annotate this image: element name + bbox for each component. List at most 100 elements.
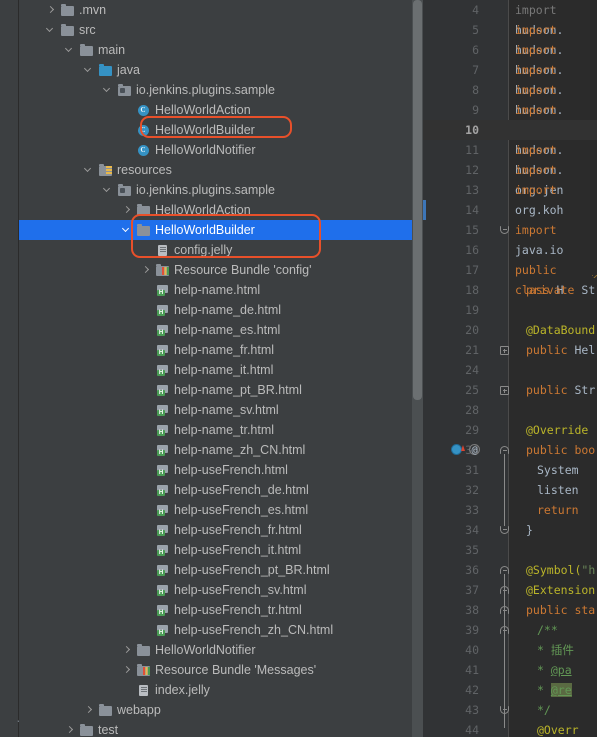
code-line-29[interactable]: @Override [509, 420, 597, 440]
code-line-39[interactable]: /** [509, 620, 597, 640]
code-line-19[interactable] [509, 300, 597, 320]
tree-node-main[interactable]: main [19, 40, 423, 60]
code-line-37[interactable]: @Extension [509, 580, 597, 600]
code-line-9[interactable]: import hudson. [509, 100, 597, 137]
tree-node-help-name-fr-html[interactable]: Hhelp-name_fr.html [19, 340, 423, 360]
tree-node-help-name-sv-html[interactable]: Hhelp-name_sv.html [19, 400, 423, 420]
code-line-40[interactable]: * 插件 [509, 640, 597, 660]
code-line-34[interactable]: } [509, 520, 597, 540]
tree-node-helloworldaction[interactable]: HelloWorldAction [19, 200, 423, 220]
fold-marker-getter[interactable] [500, 386, 509, 395]
code-line-12[interactable]: import org.jen [509, 160, 597, 197]
tree-node-help-usefrench-fr-html[interactable]: Hhelp-useFrench_fr.html [19, 520, 423, 540]
tree-node-help-usefrench-zh-cn-html[interactable]: Hhelp-useFrench_zh_CN.html [19, 620, 423, 640]
code-line-25[interactable]: public Str [509, 380, 597, 400]
tree-node-help-usefrench-es-html[interactable]: Hhelp-useFrench_es.html [19, 500, 423, 520]
tree-node-src[interactable]: src [19, 20, 423, 40]
tree-node-helloworldaction[interactable]: C HelloWorldAction [19, 100, 423, 120]
tree-node-test[interactable]: test [19, 720, 423, 737]
fold-marker-symbol[interactable] [500, 566, 509, 574]
chevron-right-icon[interactable] [141, 265, 152, 276]
fold-marker-constructor[interactable] [500, 346, 509, 355]
chevron-down-icon[interactable] [45, 24, 57, 36]
code-line-35[interactable] [509, 540, 597, 560]
chevron-down-icon[interactable] [83, 164, 95, 176]
code-line-31[interactable]: System [509, 460, 597, 480]
code-editor-panel[interactable]: import hudson. import hudson. import hudso… [423, 0, 597, 737]
tree-node-help-usefrench-sv-html[interactable]: Hhelp-useFrench_sv.html [19, 580, 423, 600]
code-line-13[interactable]: import org.koh [509, 180, 597, 217]
chevron-down-icon[interactable] [64, 44, 76, 56]
tree-node-mvn[interactable]: .mvn [19, 0, 423, 20]
tree-node-help-name-zh-cn-html[interactable]: Hhelp-name_zh_CN.html [19, 440, 423, 460]
code-line-8[interactable]: import hudson. [509, 80, 597, 117]
tree-node-help-usefrench-de-html[interactable]: Hhelp-useFrench_de.html [19, 480, 423, 500]
fold-marker-perform-start[interactable] [500, 446, 509, 454]
code-line-28[interactable] [509, 400, 597, 420]
project-tree-panel[interactable]: .mvn src main java io.jenkins.plugins.sample… [19, 0, 423, 737]
code-line-18[interactable]: private St [509, 280, 597, 300]
folder-icon [136, 203, 151, 218]
tree-node-label: help-useFrench_tr.html [174, 603, 302, 617]
chevron-right-icon[interactable] [65, 725, 76, 736]
chevron-right-icon[interactable] [84, 705, 95, 716]
chevron-down-icon[interactable] [102, 184, 114, 196]
code-line-14[interactable] [509, 200, 597, 220]
tree-node-label: HelloWorldNotifier [155, 143, 256, 157]
code-line-7[interactable]: import hudson. [509, 60, 597, 97]
tree-node-helloworldbuilder[interactable]: HelloWorldBuilder [19, 220, 423, 240]
code-line-20[interactable]: @DataBound [509, 320, 597, 340]
tree-node-webapp[interactable]: webapp [19, 700, 423, 720]
chevron-right-icon[interactable] [46, 5, 57, 16]
tree-node-help-name-html[interactable]: Hhelp-name.html [19, 280, 423, 300]
tree-node-config-jelly[interactable]: config.jelly [19, 240, 423, 260]
tree-node-helloworldbuilder[interactable]: C HelloWorldBuilder [19, 120, 423, 140]
tree-node-io-jenkins-plugins-sample[interactable]: io.jenkins.plugins.sample [19, 180, 423, 200]
code-line-11[interactable]: import hudson. [509, 140, 597, 177]
chevron-down-icon[interactable] [83, 64, 95, 76]
tree-node-java[interactable]: java [19, 60, 423, 80]
code-line-15[interactable]: import java.io [509, 220, 597, 257]
tree-node-help-name-es-html[interactable]: Hhelp-name_es.html [19, 320, 423, 340]
java-class-icon: C [136, 103, 151, 118]
chevron-down-icon[interactable] [102, 84, 114, 96]
code-line-38[interactable]: public sta [509, 600, 597, 620]
chevron-right-icon[interactable] [122, 205, 133, 216]
tree-node-resource-bundle-messages[interactable]: Resource Bundle 'Messages' [19, 660, 423, 680]
tree-node-help-name-pt-br-html[interactable]: Hhelp-name_pt_BR.html [19, 380, 423, 400]
tree-node-help-usefrench-html[interactable]: Hhelp-useFrench.html [19, 460, 423, 480]
code-line-36[interactable]: @Symbol("h [509, 560, 597, 580]
tree-node-help-usefrench-pt-br-html[interactable]: Hhelp-useFrench_pt_BR.html [19, 560, 423, 580]
code-line-21[interactable]: public Hel [509, 340, 597, 360]
code-line-6[interactable]: import hudson. [509, 40, 597, 77]
code-line-44[interactable]: @Overr [509, 720, 597, 737]
tree-node-help-name-it-html[interactable]: Hhelp-name_it.html [19, 360, 423, 380]
code-line-17[interactable]: public class H [509, 260, 597, 297]
code-line-43[interactable]: */ [509, 700, 597, 720]
tree-node-resource-bundle-config[interactable]: Resource Bundle 'config' [19, 260, 423, 280]
tree-node-helloworldnotifier[interactable]: C HelloWorldNotifier [19, 140, 423, 160]
tree-node-resources[interactable]: resources [19, 160, 423, 180]
code-line-32[interactable]: listen [509, 480, 597, 500]
code-line-24[interactable] [509, 360, 597, 380]
tree-node-help-usefrench-it-html[interactable]: Hhelp-useFrench_it.html [19, 540, 423, 560]
code-line-33[interactable]: return [509, 500, 597, 520]
tree-node-index-jelly[interactable]: index.jelly [19, 680, 423, 700]
code-line-4[interactable]: import hudson. [509, 0, 597, 37]
code-line-41[interactable]: * @pa [509, 660, 597, 680]
code-line-5[interactable]: import hudson. [509, 20, 597, 57]
tree-node-help-name-tr-html[interactable]: Hhelp-name_tr.html [19, 420, 423, 440]
chevron-right-icon[interactable] [122, 645, 133, 656]
code-line-42[interactable]: * @re [509, 680, 597, 700]
tree-node-help-name-de-html[interactable]: Hhelp-name_de.html [19, 300, 423, 320]
tree-node-helloworldnotifier[interactable]: HelloWorldNotifier [19, 640, 423, 660]
chevron-right-icon[interactable] [122, 665, 133, 676]
code-line-30[interactable]: public boo [509, 440, 597, 460]
chevron-down-icon[interactable] [121, 224, 133, 236]
editor-code-area[interactable]: import hudson. import hudson. import hudso… [509, 0, 597, 737]
tree-node-help-usefrench-tr-html[interactable]: Hhelp-useFrench_tr.html [19, 600, 423, 620]
tree-node-io-jenkins-plugins-sample[interactable]: io.jenkins.plugins.sample [19, 80, 423, 100]
code-line-16[interactable] [509, 240, 597, 260]
tree-scrollbar-thumb[interactable] [413, 0, 422, 400]
tree-scrollbar[interactable] [412, 0, 423, 737]
